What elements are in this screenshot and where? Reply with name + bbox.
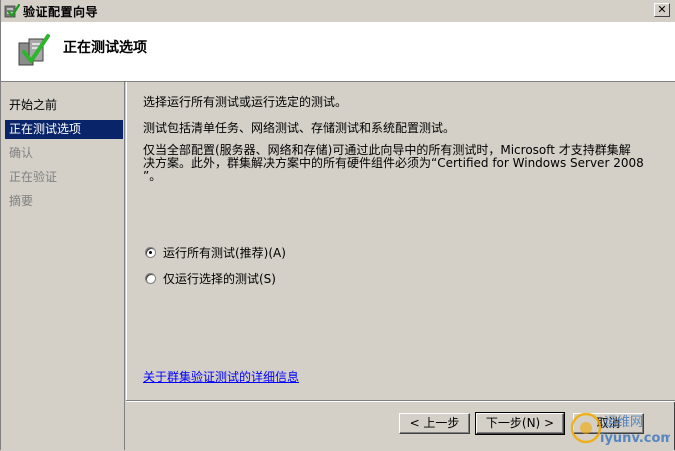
support-text-line-2: 决方案。此外，群集解决方案中的所有硬件组件必须为“Certified for W…: [143, 156, 644, 170]
nav-item-summary: 摘要: [9, 194, 34, 208]
support-text-line-3: ”。: [143, 169, 162, 183]
validation-info-link[interactable]: 关于群集验证测试的详细信息: [143, 368, 299, 385]
description-text: 测试包括清单任务、网络测试、存储测试和系统配置测试。: [143, 121, 456, 135]
run-all-tests-label[interactable]: 运行所有测试(推荐)(A): [163, 244, 286, 261]
intro-text: 选择运行所有测试或运行选定的测试。: [143, 95, 348, 109]
wizard-window: 验证配置向导 ✕ 正在测试选项 开始之前 正在测试选项 确认 正在验证 摘要 选…: [0, 0, 675, 450]
close-button[interactable]: ✕: [654, 3, 670, 17]
run-selected-tests-option[interactable]: 仅运行选择的测试(S): [145, 270, 276, 286]
watermark-cn: 运维网: [604, 415, 643, 430]
nav-item-testing-options[interactable]: 正在测试选项: [5, 120, 123, 139]
site-watermark: 运维网 iyunv.com: [570, 412, 670, 446]
previous-button[interactable]: < 上一步: [399, 413, 470, 434]
title-bar[interactable]: 验证配置向导 ✕: [1, 0, 675, 23]
close-icon: ✕: [657, 3, 667, 16]
nav-item-before-you-begin[interactable]: 开始之前: [5, 96, 123, 115]
cluster-validate-icon: [18, 34, 50, 66]
nav-item-validating: 正在验证: [9, 170, 58, 184]
wizard-steps-nav: 开始之前 正在测试选项 确认 正在验证 摘要: [1, 82, 125, 450]
run-selected-tests-label[interactable]: 仅运行选择的测试(S): [163, 270, 276, 287]
wizard-content: 选择运行所有测试或运行选定的测试。 测试包括清单任务、网络测试、存储测试和系统配…: [126, 82, 675, 400]
next-button[interactable]: 下一步(N) >: [475, 412, 565, 435]
wizard-header: 正在测试选项: [1, 23, 675, 82]
run-all-tests-option[interactable]: 运行所有测试(推荐)(A): [145, 244, 286, 260]
window-title: 验证配置向导: [23, 5, 99, 19]
cluster-wizard-icon: [4, 3, 20, 18]
run-all-tests-radio[interactable]: [145, 246, 156, 258]
run-selected-tests-radio[interactable]: [145, 272, 156, 284]
watermark-url: iyunv.com: [600, 431, 670, 446]
nav-item-confirmation: 确认: [9, 146, 34, 160]
page-title: 正在测试选项: [63, 40, 147, 56]
